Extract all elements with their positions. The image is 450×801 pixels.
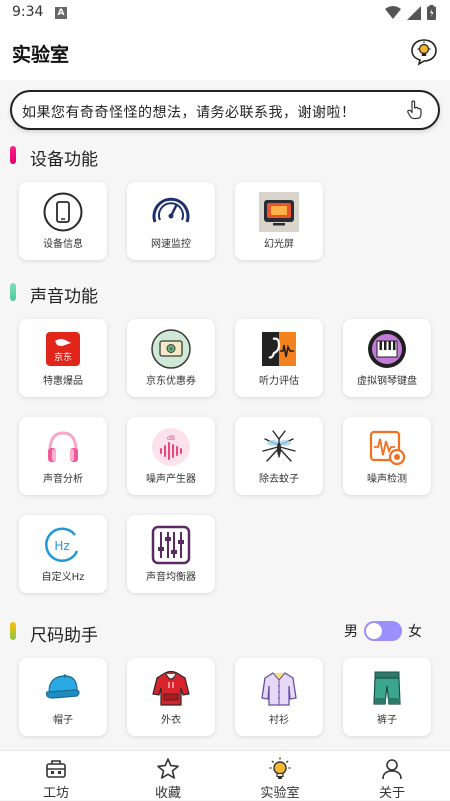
card-label: 听力评估 — [259, 376, 299, 387]
toggle-knob — [366, 623, 382, 639]
card-label: 除去蚊子 — [259, 474, 299, 485]
card-label: 网速监控 — [151, 239, 191, 250]
device-info-card[interactable]: 设备信息 — [19, 182, 107, 260]
hearing-test-card[interactable]: 听力评估 — [235, 319, 323, 397]
card-label: 设备信息 — [43, 239, 83, 250]
db-wave-icon: dB — [152, 428, 190, 466]
card-label: 噪声检测 — [367, 474, 407, 485]
hat-size-card[interactable]: 帽子 — [19, 658, 107, 736]
sound-analysis-card[interactable]: 声音分析 — [19, 417, 107, 495]
tv-icon — [259, 192, 299, 232]
piano-icon — [368, 330, 406, 368]
speed-monitor-card[interactable]: 网速监控 — [127, 182, 215, 260]
contact-banner[interactable]: 如果您有奇奇怪怪的想法，请务必联系我，谢谢啦！ — [10, 90, 440, 130]
card-label: 外衣 — [161, 715, 181, 726]
person-icon — [382, 759, 402, 780]
nav-label: 关于 — [378, 786, 405, 801]
svg-text:dB: dB — [167, 435, 175, 442]
jd-coupon-card[interactable]: ¥ 京东优惠券 — [127, 319, 215, 397]
app-bar: 实验室 — [0, 26, 450, 80]
speedometer-icon — [152, 197, 190, 223]
svg-text:¥: ¥ — [169, 346, 173, 353]
shirt-size-card[interactable]: 衬衫 — [235, 658, 323, 736]
cap-icon — [46, 674, 80, 699]
coat-size-card[interactable]: 外衣 — [127, 658, 215, 736]
battery-icon — [427, 5, 436, 20]
section-accent-bar — [10, 622, 16, 640]
signal-icon — [407, 5, 421, 20]
section-device-header: 设备功能 — [10, 144, 210, 170]
card-label: 衬衫 — [269, 715, 289, 726]
gender-toggle[interactable] — [364, 621, 402, 641]
nav-workshop[interactable]: 工坊 — [0, 751, 112, 801]
section-sound-title: 声音功能 — [30, 287, 98, 307]
jd-icon: 京东 — [46, 332, 80, 366]
equalizer-icon — [151, 525, 191, 565]
light-screen-card[interactable]: 幻光屏 — [235, 182, 323, 260]
section-sound-header: 声音功能 — [10, 281, 210, 307]
card-label: 京东优惠券 — [146, 376, 196, 387]
phone-icon — [43, 192, 83, 232]
nav-label: 收藏 — [154, 786, 181, 801]
section-size-header: 尺码助手 男 女 — [10, 620, 440, 646]
section-size-title: 尺码助手 — [30, 626, 98, 646]
custom-hz-card[interactable]: Hz 自定义Hz — [19, 515, 107, 593]
card-label: 声音均衡器 — [146, 572, 196, 583]
nav-favorites[interactable]: 收藏 — [112, 751, 224, 801]
shirt-icon — [261, 672, 297, 706]
svg-text:Hz: Hz — [54, 539, 69, 553]
pants-size-card[interactable]: 裤子 — [343, 658, 431, 736]
gender-male-label[interactable]: 男 — [344, 621, 358, 641]
section-device-title: 设备功能 — [30, 150, 98, 170]
hoodie-icon — [152, 670, 190, 706]
wifi-icon — [385, 5, 401, 19]
lightbulb-chat-icon[interactable] — [410, 38, 438, 66]
nav-label: 工坊 — [42, 786, 69, 801]
status-bar: 9:34 A — [0, 0, 450, 26]
hot-deals-card[interactable]: 京东 特惠爆品 — [19, 319, 107, 397]
card-label: 帽子 — [53, 715, 73, 726]
svg-text:京东: 京东 — [54, 351, 72, 363]
card-label: 声音分析 — [43, 474, 83, 485]
card-label: 噪声产生器 — [146, 474, 196, 485]
hz-icon: Hz — [45, 527, 79, 562]
card-label: 裤子 — [377, 715, 397, 726]
mosquito-icon — [262, 430, 296, 462]
nav-about[interactable]: 关于 — [336, 751, 448, 801]
page-title: 实验室 — [12, 44, 70, 66]
noise-meter-icon — [369, 430, 406, 466]
lab-content[interactable]: 如果您有奇奇怪怪的想法，请务必联系我，谢谢啦！ 设备功能 设备信息 网速监控 幻… — [0, 80, 450, 750]
gender-switch[interactable]: 男 女 — [344, 620, 422, 642]
section-accent-bar — [10, 146, 16, 164]
equalizer-card[interactable]: 声音均衡器 — [127, 515, 215, 593]
system-icons — [385, 5, 436, 20]
card-label: 幻光屏 — [264, 239, 294, 250]
noise-detect-card[interactable]: 噪声检测 — [343, 417, 431, 495]
virtual-piano-card[interactable]: 虚拟钢琴键盘 — [343, 319, 431, 397]
bottom-navigation: 工坊 收藏 实验室 关于 — [0, 750, 450, 801]
nav-lab[interactable]: 实验室 — [224, 751, 336, 801]
hearing-icon — [262, 332, 296, 366]
status-time: 9:34 — [12, 4, 44, 20]
gender-female-label[interactable]: 女 — [408, 621, 422, 641]
card-label: 虚拟钢琴键盘 — [357, 376, 417, 387]
section-accent-bar — [10, 283, 16, 301]
card-label: 自定义Hz — [41, 572, 85, 583]
coupon-icon: ¥ — [151, 329, 191, 369]
toolbox-icon — [46, 760, 66, 778]
star-icon — [157, 758, 179, 779]
lab-bulb-icon — [269, 757, 291, 779]
contact-banner-text: 如果您有奇奇怪怪的想法，请务必联系我，谢谢啦！ — [22, 105, 356, 121]
mosquito-repel-card[interactable]: 除去蚊子 — [235, 417, 323, 495]
pants-icon — [373, 671, 401, 705]
card-label: 特惠爆品 — [43, 376, 83, 387]
headphones-icon — [48, 431, 78, 462]
nav-label: 实验室 — [260, 786, 300, 801]
notification-icon: A — [55, 7, 67, 19]
noise-generator-card[interactable]: dB 噪声产生器 — [127, 417, 215, 495]
hand-pointer-icon — [407, 100, 422, 120]
